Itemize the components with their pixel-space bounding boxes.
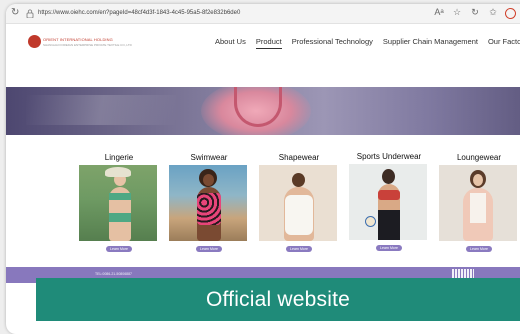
category-photo[interactable]	[79, 165, 157, 241]
category-photo[interactable]	[349, 164, 427, 240]
address-bar: ↻ https://www.oiehc.com/en?pageId=48cf4d…	[6, 4, 520, 24]
learn-more-button[interactable]: Learn More	[106, 246, 132, 252]
logo-name: ORIENT INTERNATIONAL HOLDING	[43, 36, 113, 42]
favorite-icon[interactable]: ☆	[451, 7, 463, 19]
nav-our-factories[interactable]: Our Factories	[488, 37, 520, 49]
category-loungewear[interactable]: Loungewear Learn More	[439, 153, 519, 252]
category-title: Loungewear	[456, 153, 502, 162]
category-shapewear[interactable]: Shapewear Learn More	[259, 153, 339, 252]
profile-icon[interactable]	[505, 8, 516, 19]
reload-icon[interactable]: ↻	[11, 8, 19, 18]
nav-about-us[interactable]: About Us	[215, 37, 246, 49]
learn-more-button[interactable]: Learn More	[196, 246, 222, 252]
category-title: Shapewear	[278, 153, 320, 162]
category-photo[interactable]	[169, 165, 247, 241]
url-text[interactable]: https://www.oiehc.com/en?pageId=48cf4d3f…	[38, 10, 240, 16]
category-photo[interactable]	[439, 165, 517, 241]
logo-mark-icon	[28, 35, 41, 48]
nav-product[interactable]: Product	[255, 37, 282, 49]
category-lingerie[interactable]: Lingerie Learn More	[79, 153, 159, 252]
category-sports-underwear[interactable]: Sports Underwear Learn More	[349, 152, 429, 251]
learn-more-button[interactable]: Learn More	[286, 246, 312, 252]
nav-supplier-chain-management[interactable]: Supplier Chain Management	[383, 37, 478, 49]
category-photo[interactable]	[259, 165, 337, 241]
caption-banner: Official website	[36, 278, 520, 321]
category-title: Lingerie	[104, 153, 134, 162]
footer-phone: TEL:0086-21-50806887	[95, 272, 132, 276]
category-title: Swimwear	[190, 153, 228, 162]
learn-more-button[interactable]: Learn More	[466, 246, 492, 252]
read-aloud-icon[interactable]: Aᵃ	[433, 7, 445, 19]
nav-professional-technology[interactable]: Professional Technology	[292, 37, 373, 49]
logo-subname: SHANGHAI FOREIGN ENTERPRISE PRIVATE TEXT…	[43, 42, 132, 47]
product-categories: Lingerie Learn More Swimwear Learn More …	[6, 135, 520, 267]
browser-toolbar: Aᵃ ☆ ↻ ✩	[433, 7, 516, 19]
main-nav: About Us Product Professional Technology…	[215, 37, 520, 49]
learn-more-button[interactable]: Learn More	[376, 245, 402, 251]
site-logo[interactable]: ORIENT INTERNATIONAL HOLDING SHANGHAI FO…	[28, 35, 132, 48]
hero-banner	[6, 87, 520, 135]
category-title: Sports Underwear	[356, 152, 422, 161]
lock-icon	[26, 9, 34, 18]
collections-icon[interactable]: ✩	[487, 7, 499, 19]
refresh-icon[interactable]: ↻	[469, 7, 481, 19]
category-swimwear[interactable]: Swimwear Learn More	[169, 153, 249, 252]
